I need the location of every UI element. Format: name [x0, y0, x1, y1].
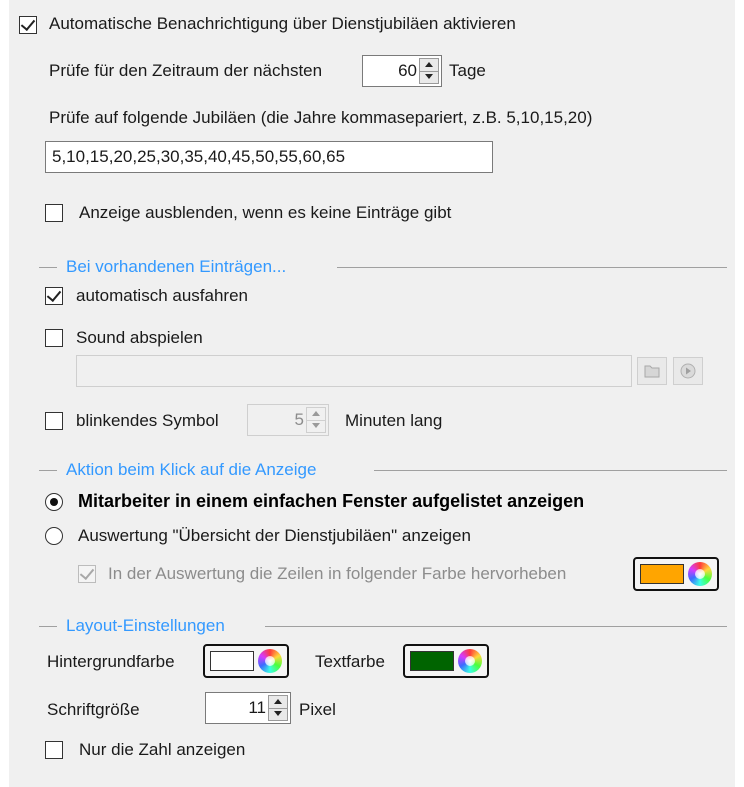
- highlight-color-swatch: [640, 564, 684, 584]
- text-color-picker[interactable]: [403, 644, 489, 678]
- font-size-down-button[interactable]: [269, 708, 287, 720]
- entries-group-header: Bei vorhandenen Einträgen...: [39, 257, 744, 277]
- period-stepper-buttons: [419, 58, 439, 84]
- font-size-unit-label: Pixel: [299, 700, 336, 719]
- period-value: 60: [398, 61, 417, 80]
- font-size-stepper[interactable]: 11: [205, 692, 291, 724]
- auto-expand-label: automatisch ausfahren: [76, 286, 248, 305]
- enable-notification-checkbox[interactable]: [19, 16, 37, 34]
- highlight-rows-checkbox[interactable]: [78, 565, 96, 583]
- color-wheel-icon: [258, 649, 282, 673]
- blink-down-button[interactable]: [307, 420, 325, 432]
- blink-checkbox[interactable]: [45, 412, 63, 430]
- blink-minutes-stepper[interactable]: 5: [247, 404, 329, 436]
- option-simple-window-label: Mitarbeiter in einem einfachen Fenster a…: [78, 491, 585, 511]
- blink-label: blinkendes Symbol: [76, 411, 219, 430]
- click-group-rule: [374, 470, 727, 471]
- entries-group-dash: [39, 267, 57, 268]
- sound-play-button[interactable]: [673, 357, 703, 385]
- option-report-label: Auswertung "Übersicht der Dienstjubiläen…: [78, 526, 471, 545]
- font-size-value: 11: [248, 698, 266, 717]
- color-wheel-icon: [688, 562, 712, 586]
- highlight-rows-label: In der Auswertung die Zeilen in folgende…: [108, 564, 567, 583]
- text-color-label: Textfarbe: [315, 652, 385, 671]
- period-label: Prüfe für den Zeitraum der nächsten: [49, 61, 323, 80]
- click-group-header: Aktion beim Klick auf die Anzeige: [39, 460, 744, 480]
- click-group-title: Aktion beim Klick auf die Anzeige: [66, 460, 317, 479]
- period-unit-label: Tage: [449, 61, 486, 80]
- click-group-dash: [39, 470, 57, 471]
- blink-unit-label: Minuten lang: [345, 411, 443, 430]
- only-number-checkbox[interactable]: [45, 741, 63, 759]
- sound-path-input[interactable]: [76, 355, 632, 387]
- option-report-radio[interactable]: [45, 527, 63, 545]
- layout-group-rule: [265, 626, 727, 627]
- period-down-button[interactable]: [420, 71, 438, 83]
- background-color-swatch: [210, 651, 254, 671]
- auto-expand-checkbox[interactable]: [45, 287, 63, 305]
- hide-empty-checkbox[interactable]: [45, 204, 63, 222]
- layout-group-dash: [39, 626, 57, 627]
- option-simple-window-radio[interactable]: [45, 493, 63, 511]
- period-stepper[interactable]: 60: [362, 55, 442, 87]
- layout-group-title: Layout-Einstellungen: [66, 616, 225, 635]
- font-size-label: Schriftgröße: [47, 700, 140, 719]
- color-wheel-icon: [458, 649, 482, 673]
- enable-notification-label: Automatische Benachrichtigung über Diens…: [49, 14, 516, 33]
- anniversaries-label: Prüfe auf folgende Jubiläen (die Jahre k…: [49, 108, 593, 127]
- sound-browse-button[interactable]: [637, 357, 667, 385]
- only-number-label: Nur die Zahl anzeigen: [79, 740, 246, 759]
- background-color-label: Hintergrundfarbe: [47, 652, 175, 671]
- sound-checkbox[interactable]: [45, 329, 63, 347]
- entries-group-rule: [337, 267, 727, 268]
- hide-empty-label: Anzeige ausblenden, wenn es keine Einträ…: [79, 203, 452, 222]
- blink-stepper-buttons: [306, 407, 326, 433]
- highlight-color-picker[interactable]: [633, 557, 719, 591]
- entries-group-title: Bei vorhandenen Einträgen...: [66, 257, 287, 276]
- folder-icon: [644, 365, 660, 378]
- play-icon: [680, 363, 696, 379]
- text-color-swatch: [410, 651, 454, 671]
- anniversaries-input[interactable]: 5,10,15,20,25,30,35,40,45,50,55,60,65: [45, 141, 493, 173]
- background-color-picker[interactable]: [203, 644, 289, 678]
- layout-group-header: Layout-Einstellungen: [39, 616, 744, 636]
- blink-minutes-value: 5: [294, 410, 304, 429]
- font-size-stepper-buttons: [268, 695, 288, 721]
- sound-label: Sound abspielen: [76, 328, 203, 347]
